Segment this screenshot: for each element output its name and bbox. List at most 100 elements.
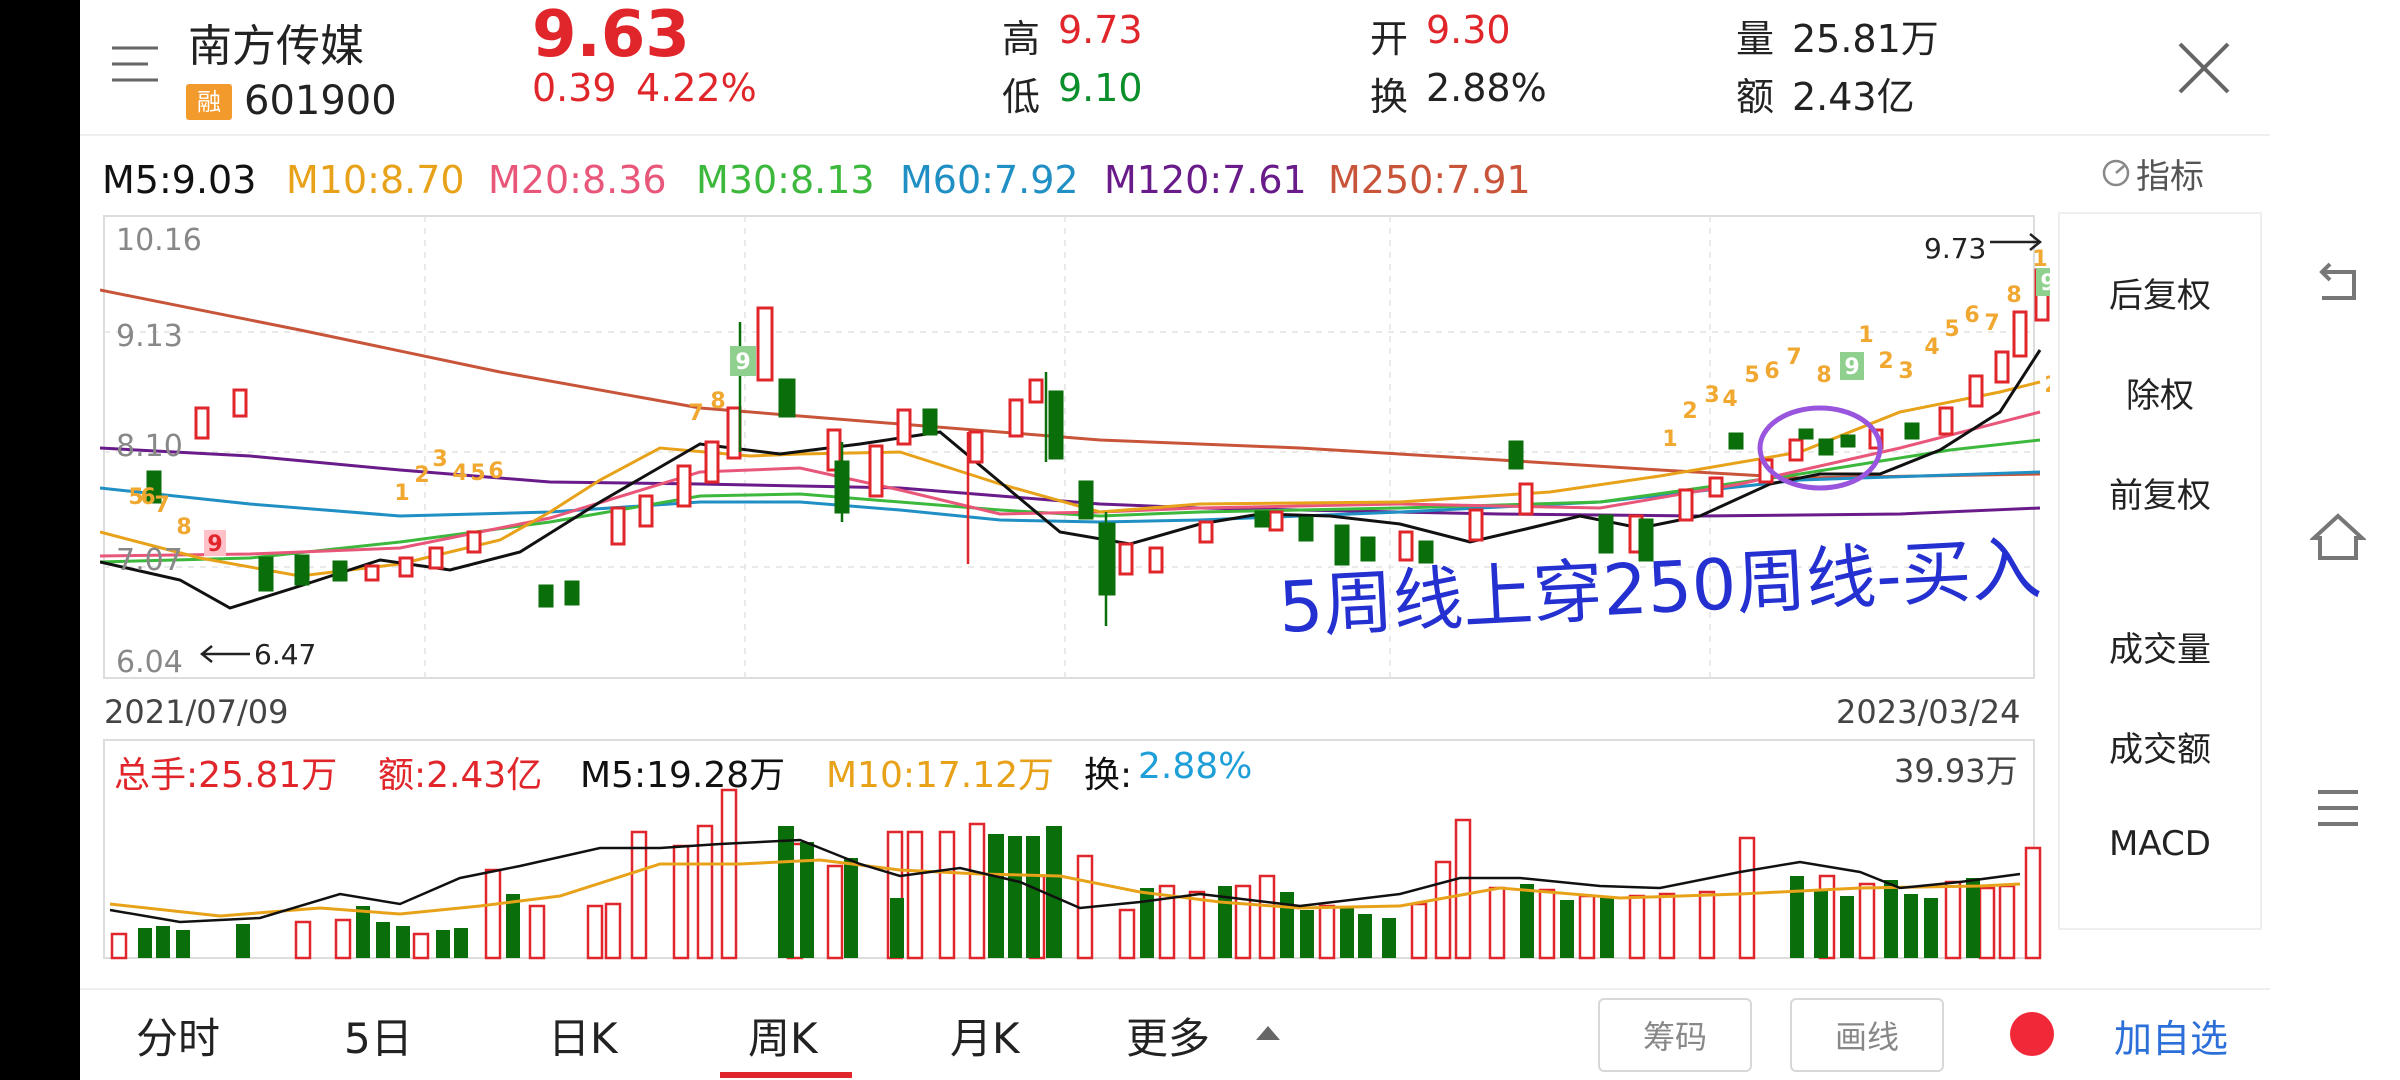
close-icon[interactable] bbox=[2176, 40, 2232, 96]
caret-up-icon[interactable] bbox=[1254, 1024, 1282, 1046]
stock-app: 南方传媒 融 601900 9.63 0.39 4.22% 高 9.73 低 9… bbox=[80, 0, 2270, 1080]
svg-text:9: 9 bbox=[1844, 355, 1859, 380]
side-item-backward-adjust[interactable]: 后复权 bbox=[2060, 268, 2260, 317]
side-menu: 后复权 除权 前复权 成交量 成交额 MACD bbox=[2058, 212, 2262, 930]
max-price-label: 9.73 bbox=[1924, 232, 1986, 265]
tab-more[interactable]: 更多 bbox=[1126, 1005, 1210, 1066]
svg-text:8: 8 bbox=[2006, 283, 2021, 308]
svg-text:6: 6 bbox=[1764, 359, 1779, 384]
svg-text:6: 6 bbox=[1964, 303, 1979, 328]
kline-chart[interactable]: 5678 123 456 78 123 456 78 123 456 78 12… bbox=[100, 212, 2050, 682]
side-item-ex-rights[interactable]: 除权 bbox=[2060, 368, 2260, 417]
turnover-label: 换 bbox=[1370, 75, 1409, 119]
svg-text:7: 7 bbox=[1984, 311, 1999, 336]
svg-text:9: 9 bbox=[2040, 271, 2050, 296]
volume-value: 25.81万 bbox=[1792, 17, 1939, 61]
svg-text:4: 4 bbox=[1722, 387, 1737, 412]
svg-text:5: 5 bbox=[470, 461, 485, 486]
current-price: 9.63 bbox=[532, 0, 690, 72]
ma250-label: M250:7.91 bbox=[1328, 158, 1531, 202]
side-item-forward-adjust[interactable]: 前复权 bbox=[2060, 468, 2260, 517]
ma10-label: M10:8.70 bbox=[286, 158, 465, 202]
back-icon[interactable] bbox=[2316, 260, 2360, 308]
low-label: 低 bbox=[1002, 75, 1041, 119]
tab-5day[interactable]: 5日 bbox=[344, 1005, 413, 1066]
open-value: 9.30 bbox=[1426, 8, 1511, 52]
volume-m10-line bbox=[109, 858, 2021, 918]
svg-text:1: 1 bbox=[394, 481, 409, 506]
high-value: 9.73 bbox=[1058, 8, 1143, 52]
buy-annotation: 5周线上穿250周线-买入 bbox=[1277, 527, 2044, 649]
header-divider bbox=[80, 134, 2270, 136]
svg-text:6: 6 bbox=[488, 459, 503, 484]
open-label: 开 bbox=[1370, 17, 1409, 61]
svg-text:5: 5 bbox=[1744, 363, 1759, 388]
side-item-macd[interactable]: MACD bbox=[2060, 824, 2260, 864]
start-date: 2021/07/09 bbox=[104, 693, 289, 731]
svg-text:1: 1 bbox=[1662, 427, 1677, 452]
side-item-volume[interactable]: 成交量 bbox=[2060, 622, 2260, 671]
chips-button[interactable]: 筹码 bbox=[1598, 998, 1752, 1072]
svg-text:8: 8 bbox=[1816, 363, 1831, 388]
end-date: 2023/03/24 bbox=[1836, 693, 2021, 731]
turnover-value: 2.88% bbox=[1426, 66, 1547, 110]
svg-text:2: 2 bbox=[1878, 349, 1893, 374]
price-change: 0.39 bbox=[532, 66, 617, 110]
y-axis-label-1: 10.16 bbox=[116, 223, 202, 258]
ma5-label: M5:9.03 bbox=[102, 158, 257, 202]
stock-code: 601900 bbox=[244, 78, 397, 124]
svg-text:2: 2 bbox=[414, 463, 429, 488]
volume-chart[interactable] bbox=[100, 736, 2050, 962]
indicator-button[interactable]: 指标 bbox=[2100, 150, 2204, 197]
y-axis-label-3: 8.10 bbox=[116, 429, 183, 464]
tab-timeshare[interactable]: 分时 bbox=[136, 1005, 220, 1066]
ma20-label: M20:8.36 bbox=[488, 158, 667, 202]
svg-text:4: 4 bbox=[452, 461, 467, 486]
side-item-turnover-amount[interactable]: 成交额 bbox=[2060, 722, 2260, 771]
system-nav-bar bbox=[2270, 0, 2400, 1080]
svg-text:2: 2 bbox=[1682, 399, 1697, 424]
amount-value: 2.43亿 bbox=[1792, 75, 1915, 119]
svg-text:5: 5 bbox=[1944, 317, 1959, 342]
tab-weekly-k[interactable]: 周K bbox=[748, 1005, 818, 1066]
y-axis-label-2: 9.13 bbox=[116, 319, 183, 354]
svg-text:1: 1 bbox=[1858, 323, 1873, 348]
volume-label: 量 bbox=[1736, 17, 1775, 61]
svg-text:3: 3 bbox=[1898, 359, 1913, 384]
low-value: 9.10 bbox=[1058, 66, 1143, 110]
ma60-label: M60:7.92 bbox=[900, 158, 1079, 202]
add-watchlist-button[interactable]: 加自选 bbox=[2114, 1008, 2228, 1063]
left-arrow-icon bbox=[199, 645, 250, 663]
svg-text:7: 7 bbox=[688, 401, 703, 426]
stock-name: 南方传媒 bbox=[188, 21, 364, 72]
record-dot-icon[interactable] bbox=[2010, 1012, 2054, 1056]
y-axis-label-5: 6.04 bbox=[116, 645, 183, 680]
ma30-label: M30:8.13 bbox=[696, 158, 875, 202]
draw-line-button[interactable]: 画线 bbox=[1790, 998, 1944, 1072]
svg-text:7: 7 bbox=[1786, 345, 1801, 370]
recent-apps-icon[interactable] bbox=[2316, 788, 2360, 832]
svg-text:2: 2 bbox=[2044, 373, 2050, 398]
amount-label: 额 bbox=[1736, 75, 1775, 119]
high-label: 高 bbox=[1002, 17, 1041, 61]
svg-text:4: 4 bbox=[1924, 335, 1939, 360]
right-arrow-icon bbox=[1990, 233, 2043, 251]
tab-monthly-k[interactable]: 月K bbox=[950, 1005, 1020, 1066]
svg-text:9: 9 bbox=[735, 350, 750, 375]
price-change-pct: 4.22% bbox=[636, 66, 757, 110]
menu-icon[interactable] bbox=[110, 42, 160, 88]
svg-text:3: 3 bbox=[1704, 383, 1719, 408]
svg-text:8: 8 bbox=[710, 389, 725, 414]
indicator-label: 指标 bbox=[2136, 156, 2204, 197]
bottom-divider bbox=[80, 988, 2270, 990]
home-icon[interactable] bbox=[2308, 512, 2368, 566]
svg-text:7: 7 bbox=[154, 493, 169, 518]
y-axis-label-4: 7.07 bbox=[116, 543, 183, 578]
min-price-label: 6.47 bbox=[254, 638, 316, 671]
volume-m5-line bbox=[109, 838, 2021, 924]
svg-text:9: 9 bbox=[207, 532, 222, 557]
active-tab-underline bbox=[720, 1072, 852, 1078]
tab-daily-k[interactable]: 日K bbox=[548, 1005, 618, 1066]
ma120-label: M120:7.61 bbox=[1104, 158, 1307, 202]
svg-text:8: 8 bbox=[176, 515, 191, 540]
